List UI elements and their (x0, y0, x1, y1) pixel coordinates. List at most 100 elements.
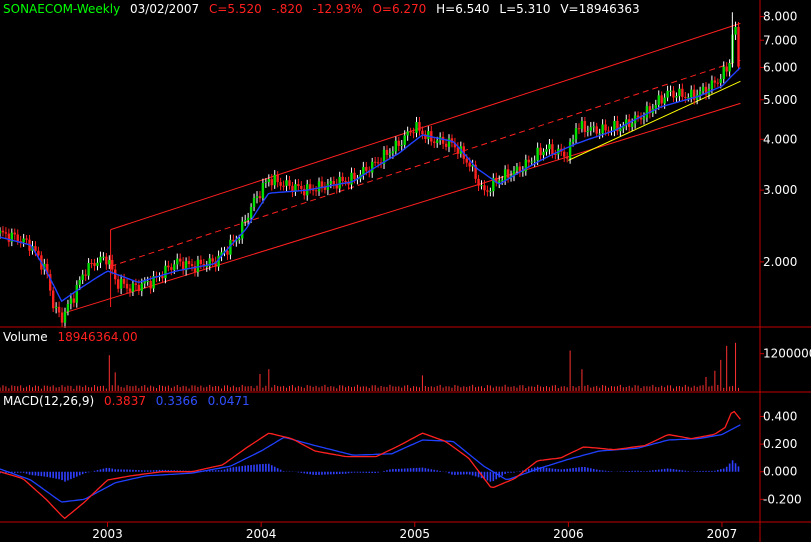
candle (430, 125, 433, 146)
candle (119, 274, 123, 295)
candle (87, 258, 90, 280)
candle (72, 293, 76, 308)
candle (338, 171, 341, 193)
candle (317, 177, 321, 196)
candle (300, 181, 303, 194)
candle (60, 307, 64, 328)
channel-mid-line (110, 59, 741, 267)
candle (728, 59, 731, 77)
candle (22, 233, 25, 247)
candle (737, 22, 740, 71)
candle (654, 99, 657, 114)
candle (178, 253, 182, 267)
candle (131, 279, 135, 296)
candle (57, 301, 61, 318)
candle (477, 174, 480, 191)
candle (545, 144, 548, 156)
candle (406, 126, 409, 141)
quote-header: SONAECOM-Weekly 03/02/2007 C=5.520 -.820… (3, 2, 646, 16)
candle (675, 92, 678, 103)
macd-signal-line (0, 424, 741, 503)
candle (362, 161, 365, 180)
candle (273, 170, 276, 189)
candle (93, 258, 96, 271)
candle (385, 145, 389, 160)
volume-title-text: Volume (3, 330, 48, 344)
candle (258, 191, 262, 203)
volume-tick-label: 1200000 (763, 347, 811, 361)
price-tick-label: 2.000 (763, 255, 797, 269)
volume-panel (0, 342, 740, 391)
candle (96, 257, 99, 271)
volume-header-label: V=18946363 (560, 2, 640, 16)
candle (589, 122, 593, 136)
candle (181, 257, 185, 275)
candle (164, 260, 167, 284)
macd-value: 0.3837 (103, 394, 146, 408)
macd-tick-label: 0.000 (763, 465, 797, 479)
candle (713, 76, 717, 88)
candle (415, 116, 418, 138)
candle (492, 173, 495, 197)
candle (625, 114, 628, 131)
candle (619, 123, 622, 137)
price-tick-label: 7.000 (763, 33, 797, 47)
candle (412, 127, 415, 139)
candle (639, 112, 643, 125)
change-pct-label: -12.93% (312, 2, 363, 16)
volume-value: 18946364.00 (57, 330, 138, 344)
candle (187, 256, 191, 268)
candle (167, 260, 170, 272)
candle (66, 299, 70, 316)
year-tick-label: 2005 (399, 527, 430, 541)
candle (282, 180, 285, 191)
candle (690, 85, 693, 103)
candle (116, 275, 120, 293)
candle (583, 116, 587, 138)
candle (243, 214, 247, 227)
candle (344, 177, 347, 186)
candle (81, 269, 84, 284)
change-label: -.820 (271, 2, 303, 16)
candle (669, 85, 672, 97)
candle (592, 121, 595, 133)
candle (176, 253, 179, 270)
candle (397, 136, 400, 152)
candle (394, 136, 398, 156)
price-panel (0, 12, 741, 328)
candle (267, 174, 271, 187)
candle (84, 269, 87, 282)
candle (409, 127, 412, 136)
support-trendline (568, 80, 741, 161)
candle (400, 139, 403, 151)
candle (565, 152, 569, 163)
candle (143, 277, 146, 289)
candle (474, 160, 477, 184)
candle (111, 254, 114, 275)
candle (128, 283, 132, 297)
candle (480, 180, 483, 190)
candle (533, 155, 536, 167)
macd-title-text: MACD(12,26,9) (3, 394, 95, 408)
candle (684, 92, 687, 103)
year-tick-label: 2006 (553, 527, 584, 541)
candle (613, 115, 616, 137)
candle (54, 302, 58, 314)
candle (241, 216, 244, 244)
candle (441, 131, 445, 150)
candle (75, 280, 79, 308)
candle (489, 187, 492, 197)
candle (554, 149, 557, 160)
candle (424, 130, 427, 143)
candle (574, 123, 578, 144)
candle (105, 253, 108, 270)
candle (161, 271, 164, 284)
macd-line (0, 410, 741, 520)
histogram-value: 0.0471 (207, 394, 250, 408)
candle (373, 156, 377, 167)
symbol-label: SONAECOM-Weekly (3, 2, 121, 16)
candle (586, 125, 590, 137)
candle (51, 286, 55, 313)
candle (518, 161, 522, 177)
date-label: 03/02/2007 (130, 2, 200, 16)
